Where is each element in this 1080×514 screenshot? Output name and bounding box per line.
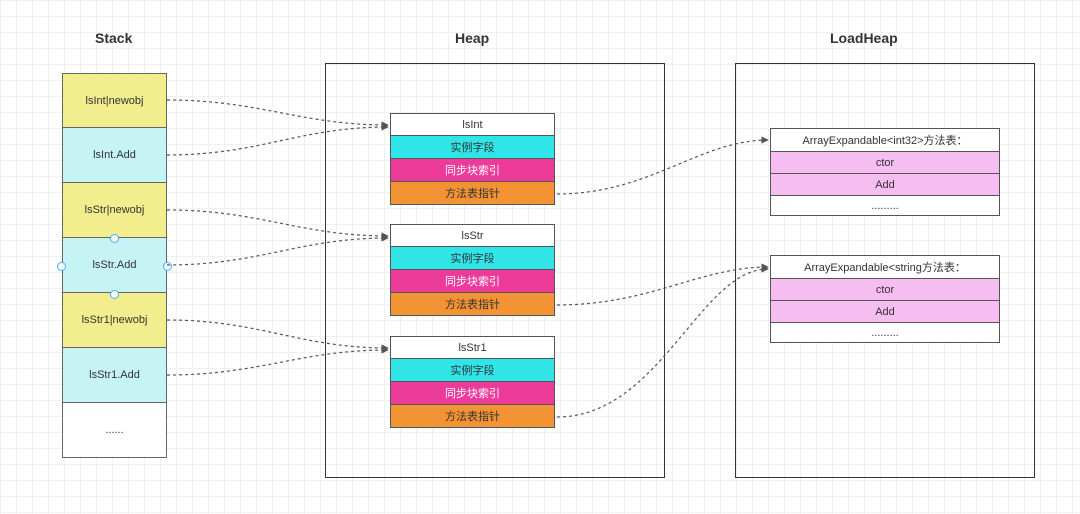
handle-dot[interactable]	[163, 262, 172, 271]
method-table-string[interactable]: ArrayExpandable<string方法表： ctor Add ....…	[770, 255, 1000, 343]
obj-name: lsInt	[390, 113, 555, 136]
table-header: ArrayExpandable<string方法表：	[770, 255, 1000, 279]
obj-field: 实例字段	[390, 359, 555, 382]
stack-cell[interactable]: lsStr|newobj	[62, 183, 167, 238]
loadheap-title: LoadHeap	[830, 30, 898, 46]
obj-field: 实例字段	[390, 136, 555, 159]
table-footer: .........	[770, 323, 1000, 343]
heap-title: Heap	[455, 30, 489, 46]
obj-methodptr: 方法表指针	[390, 405, 555, 428]
obj-name: lsStr1	[390, 336, 555, 359]
heap-object-lsint[interactable]: lsInt 实例字段 同步块索引 方法表指针	[390, 113, 555, 205]
table-row: ctor	[770, 279, 1000, 301]
table-row: ctor	[770, 152, 1000, 174]
table-header: ArrayExpandable<int32>方法表：	[770, 128, 1000, 152]
obj-syncblock: 同步块索引	[390, 270, 555, 293]
handle-dot[interactable]	[110, 234, 119, 243]
table-footer: .........	[770, 196, 1000, 216]
heap-object-lsstr1[interactable]: lsStr1 实例字段 同步块索引 方法表指针	[390, 336, 555, 428]
stack-cell[interactable]: lsStr1|newobj	[62, 293, 167, 348]
obj-methodptr: 方法表指针	[390, 293, 555, 316]
stack-cell[interactable]: lsStr1.Add	[62, 348, 167, 403]
obj-name: lsStr	[390, 224, 555, 247]
table-row: Add	[770, 174, 1000, 196]
method-table-int32[interactable]: ArrayExpandable<int32>方法表： ctor Add ....…	[770, 128, 1000, 216]
stack-cell[interactable]: lsInt.Add	[62, 128, 167, 183]
stack-title: Stack	[95, 30, 132, 46]
stack-cell: ......	[62, 403, 167, 458]
stack-column: lsInt|newobj lsInt.Add lsStr|newobj lsSt…	[62, 73, 167, 458]
stack-cell[interactable]: lsStr.Add	[62, 238, 167, 293]
obj-methodptr: 方法表指针	[390, 182, 555, 205]
obj-field: 实例字段	[390, 247, 555, 270]
handle-dot[interactable]	[110, 290, 119, 299]
obj-syncblock: 同步块索引	[390, 382, 555, 405]
handle-dot[interactable]	[57, 262, 66, 271]
heap-object-lsstr[interactable]: lsStr 实例字段 同步块索引 方法表指针	[390, 224, 555, 316]
stack-cell[interactable]: lsInt|newobj	[62, 73, 167, 128]
table-row: Add	[770, 301, 1000, 323]
obj-syncblock: 同步块索引	[390, 159, 555, 182]
